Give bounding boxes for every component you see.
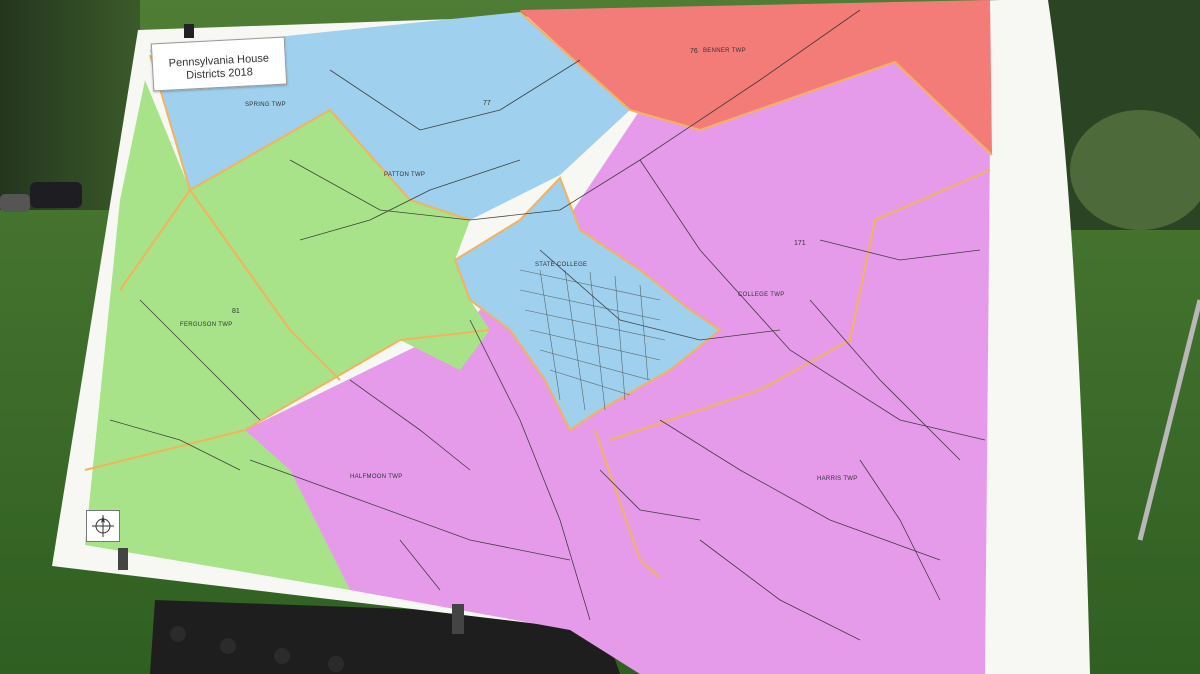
township-label-benner: BENNER TWP bbox=[703, 48, 746, 54]
township-label-ferguson: FERGUSON TWP bbox=[180, 322, 233, 328]
township-label-spring: SPRING TWP bbox=[245, 102, 286, 108]
paper-clip-bottom-left bbox=[118, 548, 128, 570]
district-label-77: 77 bbox=[483, 100, 491, 107]
map-title-box: Pennsylvania House Districts 2018 bbox=[150, 36, 288, 92]
parked-car bbox=[30, 182, 82, 208]
parked-car-2 bbox=[0, 194, 30, 212]
photo-scene bbox=[0, 0, 1200, 674]
district-label-76: 76 bbox=[690, 48, 698, 55]
township-label-state-college: STATE COLLEGE bbox=[535, 262, 588, 268]
paper-clip-top bbox=[184, 24, 194, 38]
district-label-171: 171 bbox=[794, 240, 806, 247]
compass-rose-icon bbox=[86, 510, 120, 542]
township-label-halfmoon: HALFMOON TWP bbox=[350, 474, 403, 480]
paper-clip-bottom-center bbox=[452, 604, 464, 634]
township-label-college: COLLEGE TWP bbox=[738, 292, 785, 298]
township-label-patton: PATTON TWP bbox=[384, 172, 426, 178]
district-label-81: 81 bbox=[232, 308, 240, 315]
township-label-harris: HARRIS TWP bbox=[817, 476, 858, 482]
